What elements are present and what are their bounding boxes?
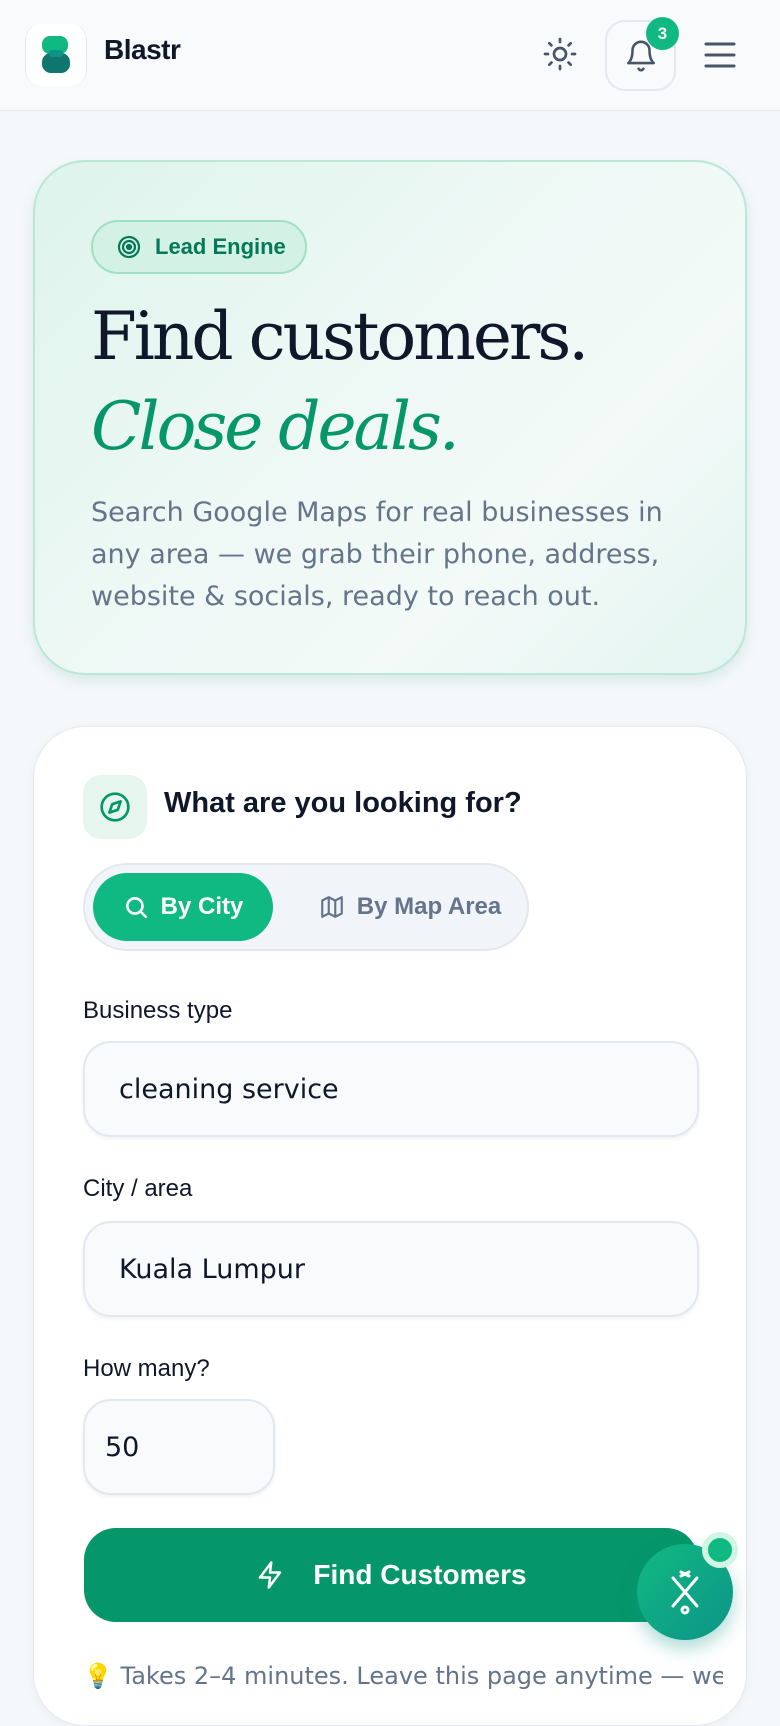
hero-title-accent: Close deals.: [91, 388, 460, 465]
tab-by-map-area-label: By Map Area: [356, 893, 502, 920]
count-label: How many?: [83, 1355, 210, 1382]
hero-subtitle: Search Google Maps for real businesses i…: [91, 497, 663, 612]
compass-badge: [83, 775, 147, 839]
lead-engine-pill: Lead Engine: [91, 220, 307, 274]
blastr-logo-icon: [42, 36, 70, 73]
tab-by-city[interactable]: By City: [93, 873, 273, 941]
hamburger-menu-icon: [704, 42, 736, 68]
tab-by-city-label: By City: [160, 893, 244, 920]
notification-count-badge: 3: [646, 17, 679, 50]
online-status-dot: [702, 1532, 738, 1568]
hero-title: Find customers. Close deals.: [91, 292, 711, 472]
business-type-label: Business type: [83, 997, 233, 1024]
compass-icon: [100, 792, 130, 822]
search-icon: [125, 897, 147, 919]
business-type-input[interactable]: cleaning service: [83, 1041, 699, 1137]
map-icon: [320, 896, 343, 918]
assistant-icon: [671, 1570, 699, 1615]
duration-tip: 💡 Takes 2–4 minutes. Leave this page any…: [83, 1662, 723, 1690]
tab-by-map-area[interactable]: By Map Area: [305, 873, 515, 941]
pill-label: Lead Engine: [155, 234, 286, 259]
city-label: City / area: [83, 1175, 193, 1202]
city-input[interactable]: Kuala Lumpur: [83, 1221, 699, 1317]
form-title: What are you looking for?: [164, 787, 522, 819]
sun-icon: [543, 37, 577, 71]
search-mode-toggle: By City By Map Area: [83, 863, 529, 951]
top-header: Blastr 3: [0, 0, 780, 111]
find-customers-label: Find Customers: [313, 1559, 527, 1590]
find-customers-button[interactable]: Find Customers: [84, 1528, 698, 1622]
logo[interactable]: [25, 24, 87, 86]
brand-name[interactable]: Blastr: [104, 34, 181, 66]
menu-button[interactable]: [700, 36, 740, 74]
hero-card: Lead Engine Find customers. Close deals.…: [33, 160, 747, 675]
lightning-icon: [259, 1561, 282, 1589]
theme-toggle-button[interactable]: [538, 32, 582, 76]
target-icon: [117, 235, 141, 259]
hero-title-main: Find customers.: [91, 298, 589, 375]
count-input[interactable]: 50: [83, 1399, 275, 1495]
